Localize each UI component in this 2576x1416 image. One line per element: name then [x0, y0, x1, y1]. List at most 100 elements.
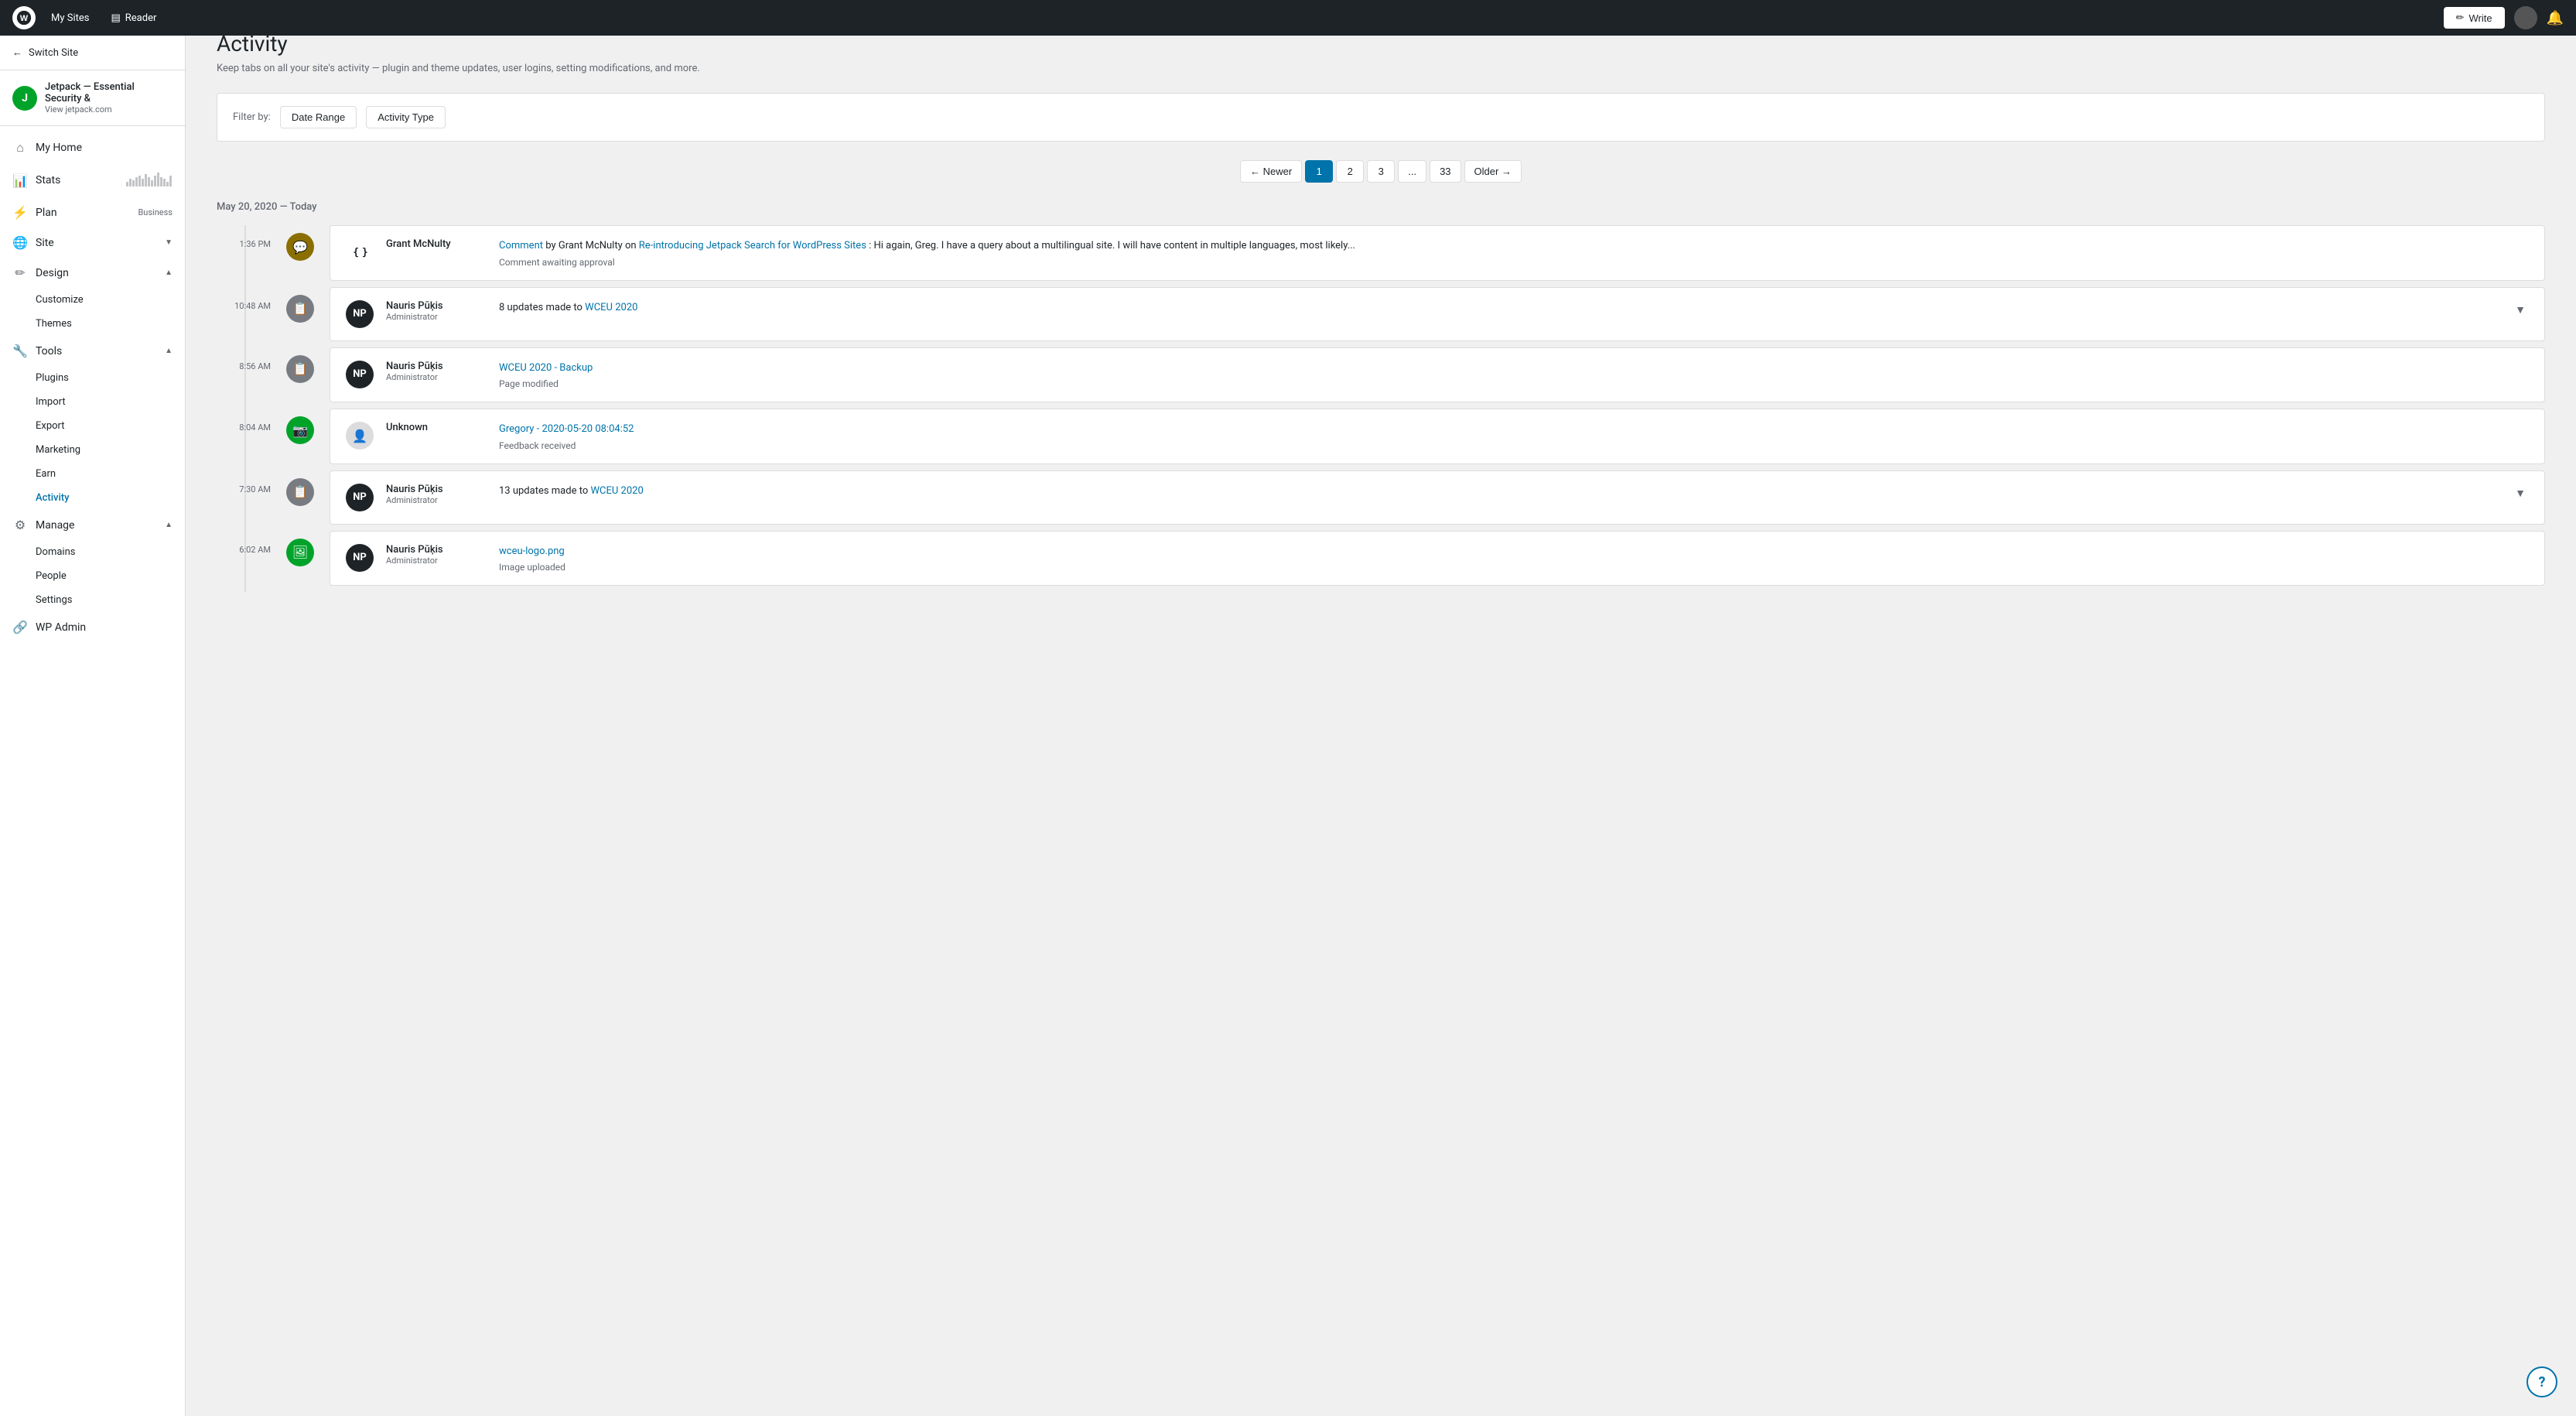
feedback-icon: 📷 [286, 416, 314, 444]
back-arrow-icon: ← [12, 46, 22, 59]
user-info: Nauris Pūķis Administrator [386, 300, 487, 322]
page-33-button[interactable]: 33 [1430, 160, 1461, 183]
activity-item: 8:04 AM 📷 👤 Unknown Gregory - 2020-05-20… [217, 409, 2545, 470]
activity-details: Comment by Grant McNulty on Re-introduci… [499, 238, 2529, 268]
filter-bar: Filter by: Date Range Activity Type [217, 93, 2545, 142]
post-link[interactable]: WCEU 2020 [585, 302, 637, 313]
sidebar-subitem-domains[interactable]: Domains [0, 540, 185, 564]
activity-time: 1:36 PM [217, 225, 271, 249]
manage-chevron-icon: ▲ [165, 521, 173, 529]
user-avatar: 👤 [346, 422, 374, 450]
post-link[interactable]: wceu-logo.png [499, 546, 565, 557]
site-chevron-icon: ▼ [165, 238, 173, 247]
newer-page-button[interactable]: ← Newer [1240, 160, 1302, 183]
user-avatar: NP [346, 484, 374, 511]
stats-chart [126, 171, 173, 186]
my-sites-button[interactable]: My Sites [45, 9, 95, 27]
sidebar-item-manage[interactable]: ⚙ Manage ▲ [0, 510, 185, 540]
activity-sub-text: Comment awaiting approval [499, 257, 2529, 268]
expand-button[interactable]: ▼ [2512, 300, 2529, 320]
sidebar-item-stats[interactable]: 📊 Stats [0, 163, 185, 197]
user-name: Nauris Pūķis [386, 361, 487, 372]
site-url[interactable]: View jetpack.com [45, 104, 173, 115]
user-info: Nauris Pūķis Administrator [386, 361, 487, 382]
sidebar-subitem-import[interactable]: Import [0, 390, 185, 414]
sidebar-item-wp-admin[interactable]: 🔗 WP Admin [0, 612, 185, 642]
page-2-button[interactable]: 2 [1336, 160, 1364, 183]
sidebar-subitem-earn[interactable]: Earn [0, 462, 185, 486]
user-name: Grant McNulty [386, 238, 487, 250]
activity-item: 1:36 PM 💬 { } Grant McNulty Comment by G… [217, 225, 2545, 287]
activity-type-filter-button[interactable]: Activity Type [366, 106, 446, 128]
activity-sub-text: Image uploaded [499, 562, 2529, 573]
plan-badge: Business [138, 207, 173, 217]
older-page-button[interactable]: Older → [1464, 160, 1522, 183]
post-link[interactable]: Gregory - 2020-05-20 08:04:52 [499, 423, 634, 435]
sidebar-nav: ⌂ My Home 📊 Stats [0, 126, 185, 648]
activity-description: WCEU 2020 - Backup [499, 361, 2529, 376]
sidebar-item-design[interactable]: ✏ Design ▲ [0, 258, 185, 288]
activity-time: 8:56 AM [217, 347, 271, 371]
activity-time: 10:48 AM [217, 287, 271, 311]
comment-link[interactable]: Comment [499, 240, 543, 251]
sidebar-subitem-settings[interactable]: Settings [0, 588, 185, 612]
wp-logo: W [12, 6, 36, 29]
update-icon: 📋 [286, 478, 314, 506]
comment-icon: 💬 [286, 233, 314, 261]
activity-description: Comment by Grant McNulty on Re-introduci… [499, 238, 2529, 254]
activity-description: wceu-logo.png [499, 544, 2529, 559]
post-link[interactable]: Re-introducing Jetpack Search for WordPr… [639, 240, 866, 251]
switch-site-button[interactable]: ← Switch Site [0, 36, 185, 70]
activity-time: 6:02 AM [217, 531, 271, 555]
user-role: Administrator [386, 556, 487, 566]
sidebar-subitem-export[interactable]: Export [0, 414, 185, 438]
site-nav-icon: 🌐 [12, 235, 28, 250]
user-role: Administrator [386, 372, 487, 382]
page-3-button[interactable]: 3 [1367, 160, 1395, 183]
sidebar-subitem-plugins[interactable]: Plugins [0, 366, 185, 390]
site-info: J Jetpack — Essential Security & View je… [0, 70, 185, 126]
sidebar-item-tools[interactable]: 🔧 Tools ▲ [0, 336, 185, 366]
page-1-button[interactable]: 1 [1305, 160, 1333, 183]
post-link[interactable]: WCEU 2020 - Backup [499, 362, 593, 374]
reader-button[interactable]: ▤ Reader [104, 9, 162, 27]
sidebar-subitem-themes[interactable]: Themes [0, 312, 185, 336]
write-button[interactable]: ✏ Write [2444, 7, 2505, 29]
user-name: Nauris Pūķis [386, 484, 487, 495]
date-range-filter-button[interactable]: Date Range [280, 106, 357, 128]
stats-icon: 📊 [12, 173, 28, 188]
post-link[interactable]: WCEU 2020 [590, 485, 643, 497]
topbar: W My Sites ▤ Reader ✏ Write 🔔 [0, 0, 2576, 36]
notifications-bell[interactable]: 🔔 [2547, 10, 2564, 26]
design-icon: ✏ [12, 265, 28, 280]
sidebar-subitem-customize[interactable]: Customize [0, 288, 185, 312]
write-icon: ✏ [2456, 12, 2465, 24]
expand-button[interactable]: ▼ [2512, 484, 2529, 503]
user-avatar[interactable] [2514, 6, 2537, 29]
user-info: Nauris Pūķis Administrator [386, 484, 487, 505]
user-role: Administrator [386, 495, 487, 505]
plan-icon: ⚡ [12, 205, 28, 220]
sidebar-item-my-home[interactable]: ⌂ My Home [0, 132, 185, 163]
activity-card: NP Nauris Pūķis Administrator 13 updates… [330, 470, 2545, 525]
activity-item: 10:48 AM 📋 NP Nauris Pūķis Administrator… [217, 287, 2545, 347]
activity-sub-text: Feedback received [499, 440, 2529, 451]
sidebar-subitem-activity[interactable]: Activity [0, 486, 185, 510]
activity-details: Gregory - 2020-05-20 08:04:52 Feedback r… [499, 422, 2529, 451]
activity-card: NP Nauris Pūķis Administrator 8 updates … [330, 287, 2545, 341]
activity-item: 6:02 AM 🖼 NP Nauris Pūķis Administrator … [217, 531, 2545, 593]
user-info: Unknown [386, 422, 487, 433]
activity-description: 8 updates made to WCEU 2020 [499, 300, 2499, 316]
sidebar-item-site[interactable]: 🌐 Site ▼ [0, 227, 185, 258]
help-button[interactable]: ? [2526, 1366, 2557, 1397]
date-heading: May 20, 2020 — Today [217, 201, 2545, 213]
activity-card: NP Nauris Pūķis Administrator wceu-logo.… [330, 531, 2545, 587]
user-avatar: NP [346, 300, 374, 328]
activity-details: 13 updates made to WCEU 2020 [499, 484, 2499, 499]
manage-icon: ⚙ [12, 518, 28, 532]
sidebar-subitem-people[interactable]: People [0, 564, 185, 588]
upload-icon: 🖼 [286, 539, 314, 566]
sidebar-subitem-marketing[interactable]: Marketing [0, 438, 185, 462]
sidebar-item-plan[interactable]: ⚡ Plan Business [0, 197, 185, 227]
activity-icon-col: 💬 [283, 225, 317, 261]
